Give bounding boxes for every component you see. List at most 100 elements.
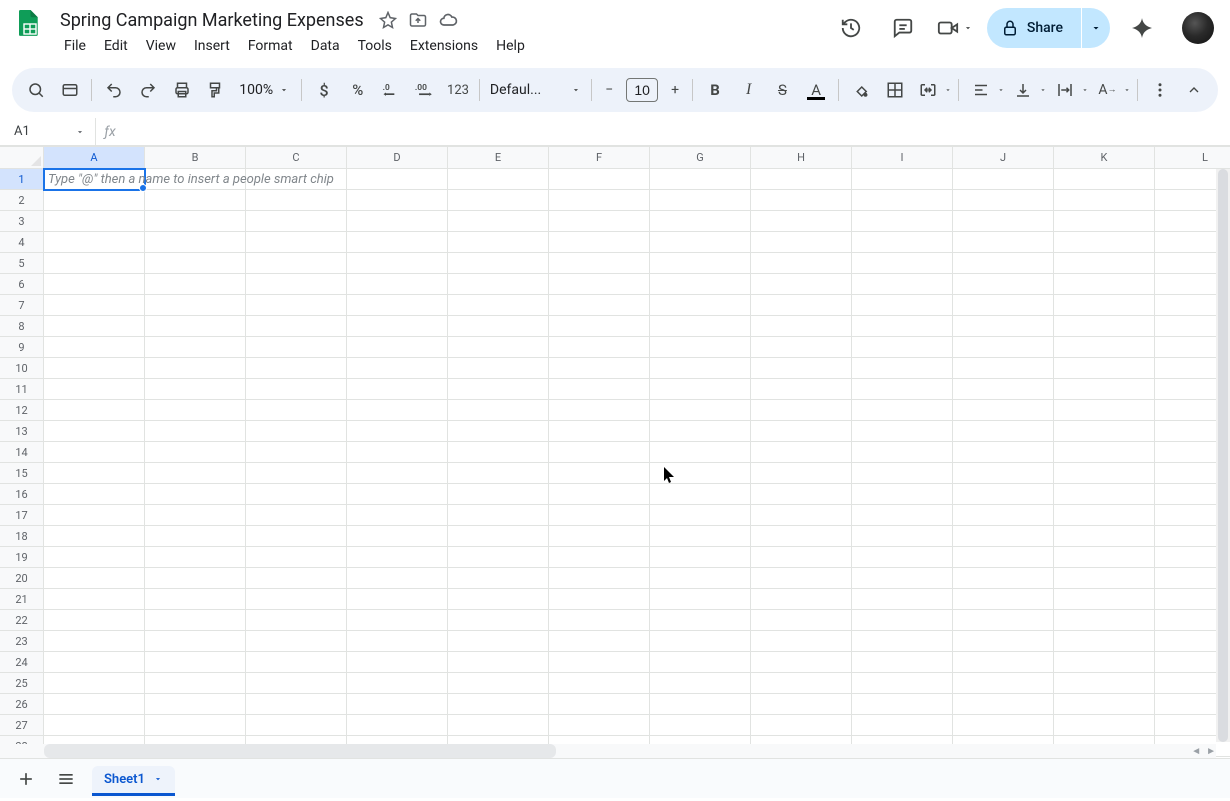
cell[interactable] <box>549 379 650 400</box>
cell[interactable] <box>852 295 953 316</box>
cell[interactable] <box>549 442 650 463</box>
cell[interactable] <box>44 568 145 589</box>
cell[interactable] <box>246 673 347 694</box>
cell[interactable] <box>650 295 751 316</box>
cell[interactable] <box>44 442 145 463</box>
cell[interactable] <box>650 379 751 400</box>
name-box[interactable]: A1 <box>0 118 96 145</box>
cell[interactable] <box>751 526 852 547</box>
cell[interactable] <box>1054 694 1155 715</box>
cell[interactable] <box>549 274 650 295</box>
tab-nav-arrows[interactable]: ◄ ► <box>1191 744 1216 758</box>
cell[interactable] <box>650 589 751 610</box>
cell[interactable] <box>347 295 448 316</box>
cell[interactable] <box>650 232 751 253</box>
row-header[interactable]: 8 <box>0 316 44 337</box>
column-header[interactable]: H <box>751 147 852 169</box>
cell[interactable] <box>650 400 751 421</box>
cell[interactable] <box>44 484 145 505</box>
cell[interactable] <box>145 337 246 358</box>
cell[interactable] <box>650 526 751 547</box>
cell[interactable] <box>549 631 650 652</box>
row-header[interactable]: 5 <box>0 253 44 274</box>
menu-data[interactable]: Data <box>303 34 348 58</box>
cell[interactable] <box>751 673 852 694</box>
cell[interactable] <box>448 358 549 379</box>
cell[interactable] <box>448 505 549 526</box>
cell[interactable] <box>448 715 549 736</box>
horizontal-scrollbar-thumb[interactable] <box>44 744 556 758</box>
cell[interactable] <box>852 211 953 232</box>
cell[interactable] <box>448 568 549 589</box>
cell[interactable] <box>852 169 953 190</box>
column-header[interactable]: K <box>1054 147 1155 169</box>
cell[interactable] <box>145 358 246 379</box>
cell[interactable] <box>1054 442 1155 463</box>
cell[interactable] <box>852 421 953 442</box>
more-formats-button[interactable]: 123 <box>443 75 473 105</box>
cell[interactable] <box>549 673 650 694</box>
cell[interactable] <box>145 232 246 253</box>
menu-extensions[interactable]: Extensions <box>402 34 486 58</box>
italic-button[interactable]: I <box>733 75 765 105</box>
cell[interactable] <box>448 274 549 295</box>
column-header[interactable]: G <box>650 147 751 169</box>
cell[interactable] <box>347 400 448 421</box>
cell[interactable] <box>246 526 347 547</box>
cell[interactable] <box>347 421 448 442</box>
cell[interactable] <box>145 211 246 232</box>
cell[interactable] <box>751 631 852 652</box>
cell[interactable] <box>650 673 751 694</box>
cell[interactable] <box>145 610 246 631</box>
cell[interactable] <box>1054 631 1155 652</box>
increase-font-button[interactable]: + <box>664 75 686 105</box>
cell[interactable] <box>448 484 549 505</box>
cell[interactable] <box>751 484 852 505</box>
cell[interactable] <box>145 631 246 652</box>
menu-help[interactable]: Help <box>488 34 533 58</box>
cell[interactable] <box>852 337 953 358</box>
cell[interactable] <box>1054 358 1155 379</box>
column-header[interactable]: B <box>145 147 246 169</box>
cell[interactable] <box>852 547 953 568</box>
cell[interactable] <box>347 589 448 610</box>
cell[interactable] <box>751 715 852 736</box>
cell[interactable] <box>953 715 1054 736</box>
share-button[interactable]: Share <box>987 8 1081 48</box>
cell[interactable] <box>852 316 953 337</box>
cell[interactable] <box>44 211 145 232</box>
cell[interactable] <box>246 589 347 610</box>
star-icon[interactable] <box>378 10 398 30</box>
cell[interactable] <box>650 610 751 631</box>
cell[interactable] <box>549 337 650 358</box>
cell[interactable] <box>347 568 448 589</box>
cell[interactable] <box>751 505 852 526</box>
paint-format-button[interactable] <box>200 75 232 105</box>
format-percent-button[interactable]: % <box>342 75 374 105</box>
cell[interactable] <box>246 337 347 358</box>
cell[interactable] <box>549 694 650 715</box>
cell[interactable] <box>246 169 347 190</box>
cell[interactable] <box>448 295 549 316</box>
cell[interactable] <box>549 190 650 211</box>
cell[interactable] <box>852 400 953 421</box>
cell[interactable] <box>751 169 852 190</box>
cell[interactable] <box>347 631 448 652</box>
cell[interactable] <box>1054 484 1155 505</box>
cell[interactable] <box>44 547 145 568</box>
cell[interactable] <box>549 589 650 610</box>
cell[interactable] <box>650 694 751 715</box>
cell[interactable] <box>246 379 347 400</box>
cell[interactable] <box>751 295 852 316</box>
sheet-tab-active[interactable]: Sheet1 <box>92 766 175 796</box>
row-header[interactable]: 26 <box>0 694 44 715</box>
column-header[interactable]: A <box>44 147 145 169</box>
menu-view[interactable]: View <box>138 34 184 58</box>
cell[interactable] <box>145 673 246 694</box>
cell[interactable] <box>852 631 953 652</box>
row-header[interactable]: 21 <box>0 589 44 610</box>
cell[interactable] <box>347 526 448 547</box>
cell[interactable] <box>246 295 347 316</box>
finance-chip-icon[interactable] <box>54 75 86 105</box>
cell[interactable] <box>448 631 549 652</box>
